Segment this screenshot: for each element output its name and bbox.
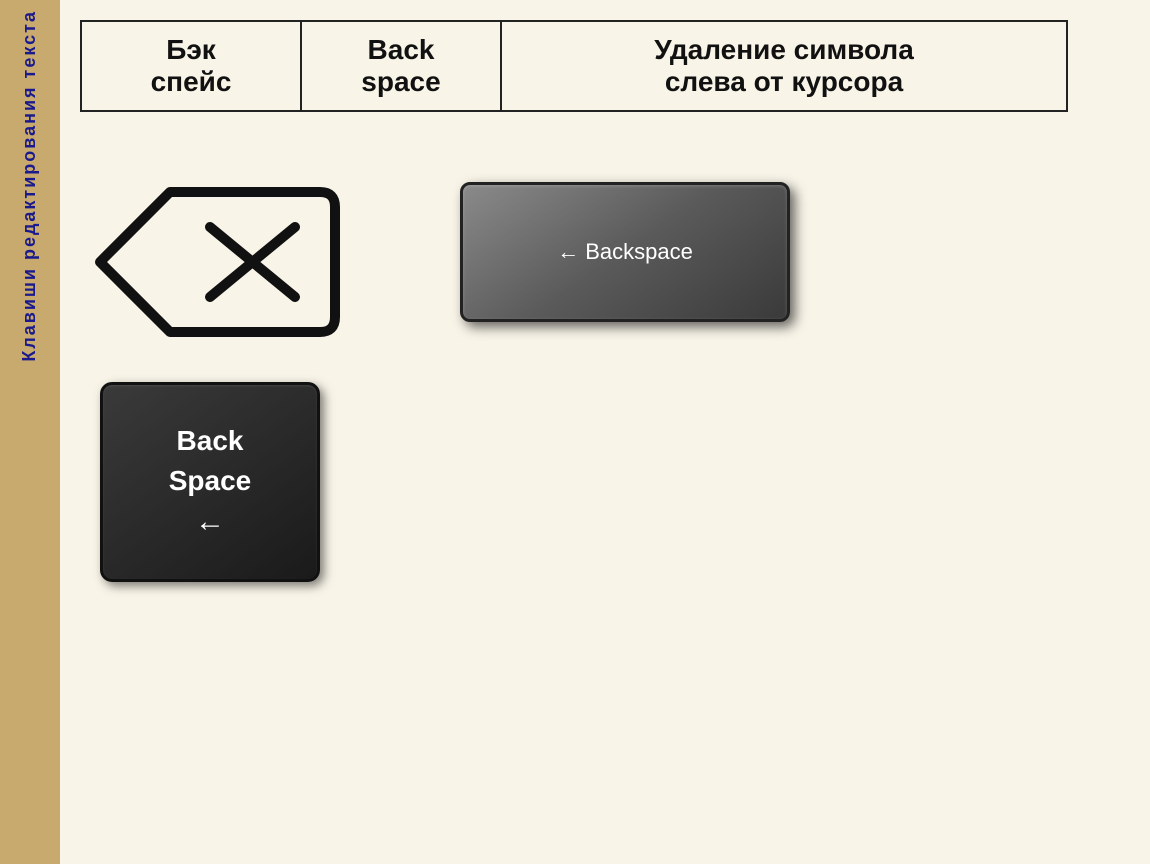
left-column: Back Space ← — [80, 142, 340, 582]
backspace-arrow-icon — [80, 162, 340, 362]
dark-backspace-key: Back Space ← — [100, 382, 320, 582]
right-column: ← Backspace — [460, 182, 790, 322]
dark-key-arrow: ← — [195, 505, 225, 539]
table-col2: Backspace — [301, 21, 501, 111]
gray-key-arrow: ← — [557, 239, 579, 265]
info-table: Бэкспейс Backspace Удаление символаслева… — [80, 20, 1068, 112]
content-area: Back Space ← ← Backspace — [80, 142, 1120, 844]
dark-key-text-line1: Back — [177, 425, 244, 457]
gray-backspace-key: ← Backspace — [460, 182, 790, 322]
sidebar: Клавиши редактирования текста — [0, 0, 60, 864]
main-content: Бэкспейс Backspace Удаление символаслева… — [60, 0, 1150, 864]
dark-key-text-line2: Space — [169, 465, 252, 497]
table-col1: Бэкспейс — [81, 21, 301, 111]
table-col3: Удаление символаслева от курсора — [501, 21, 1067, 111]
gray-key-label: ← Backspace — [557, 239, 693, 265]
gray-key-text: Backspace — [585, 239, 693, 265]
sidebar-text: Клавиши редактирования текста — [18, 10, 41, 362]
